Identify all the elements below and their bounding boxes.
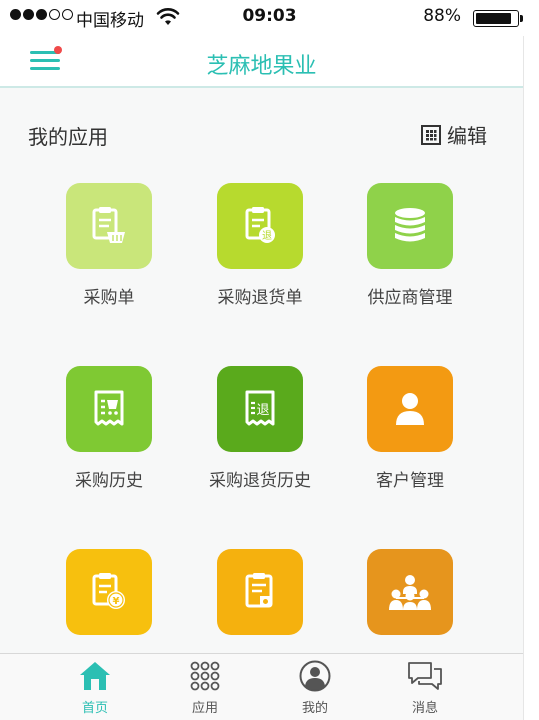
supplier-database-icon [367, 183, 453, 269]
tab-home[interactable]: 首页 [55, 660, 135, 716]
sales-return-icon [217, 549, 303, 635]
app-tile-customer-management[interactable]: 客户管理 [340, 366, 480, 491]
message-icon [408, 662, 442, 690]
status-bar: 中国移动 09:03 88% [0, 0, 539, 36]
purchase-return-order-icon: 退 [217, 183, 303, 269]
purchase-return-history-icon: 退 [217, 366, 303, 452]
app-label: 采购历史 [75, 471, 143, 491]
tab-apps[interactable]: 应用 [165, 660, 245, 716]
app-tile-sales-order[interactable]: ¥ [39, 549, 179, 649]
app-tile-purchase-order[interactable]: 采购单 [39, 183, 179, 308]
app-header: 芝麻地果业 [0, 36, 523, 88]
window-edge [523, 36, 539, 720]
app-label: 客户管理 [376, 471, 444, 491]
app-grid: 采购单 退 采购退货单 供应商管理 采购历史 退 采购退货历史 客户管理 ¥ [0, 0, 539, 720]
app-label: 采购退货单 [217, 288, 303, 308]
svg-text:退: 退 [256, 403, 269, 418]
tab-label: 首页 [81, 701, 108, 716]
customer-icon [367, 366, 453, 452]
group-icon [367, 549, 453, 635]
page-title: 芝麻地果业 [206, 54, 317, 79]
app-label: 采购单 [83, 288, 135, 308]
sales-order-icon: ¥ [66, 549, 152, 635]
section-title: 我的应用 [28, 125, 108, 149]
battery-percent: 88% [423, 6, 461, 26]
tab-label: 应用 [191, 701, 218, 716]
tab-bar: 首页 应用 我的 消息 [0, 653, 523, 720]
profile-icon [299, 660, 331, 692]
svg-text:¥: ¥ [113, 596, 120, 607]
app-tile-purchase-return-order[interactable]: 退 采购退货单 [190, 183, 330, 308]
app-tile-supplier-management[interactable]: 供应商管理 [340, 183, 480, 308]
tab-label: 我的 [301, 701, 328, 716]
purchase-order-icon [66, 183, 152, 269]
app-label: 供应商管理 [367, 288, 453, 308]
edit-button[interactable]: 编辑 [421, 120, 487, 149]
app-tile-group[interactable] [340, 549, 480, 649]
apps-grid-icon [190, 661, 220, 691]
app-tile-purchase-return-history[interactable]: 退 采购退货历史 [190, 366, 330, 491]
edit-label: 编辑 [447, 124, 487, 148]
app-label: 采购退货历史 [209, 471, 311, 491]
home-icon [80, 662, 110, 690]
edit-grid-icon [421, 124, 441, 145]
battery-icon [473, 10, 523, 27]
app-tile-sales-return[interactable] [190, 549, 330, 649]
svg-text:退: 退 [262, 230, 272, 242]
tab-messages[interactable]: 消息 [385, 660, 465, 716]
tab-profile[interactable]: 我的 [275, 660, 355, 716]
tab-label: 消息 [411, 701, 438, 716]
app-tile-purchase-history[interactable]: 采购历史 [39, 366, 179, 491]
purchase-history-icon [66, 366, 152, 452]
